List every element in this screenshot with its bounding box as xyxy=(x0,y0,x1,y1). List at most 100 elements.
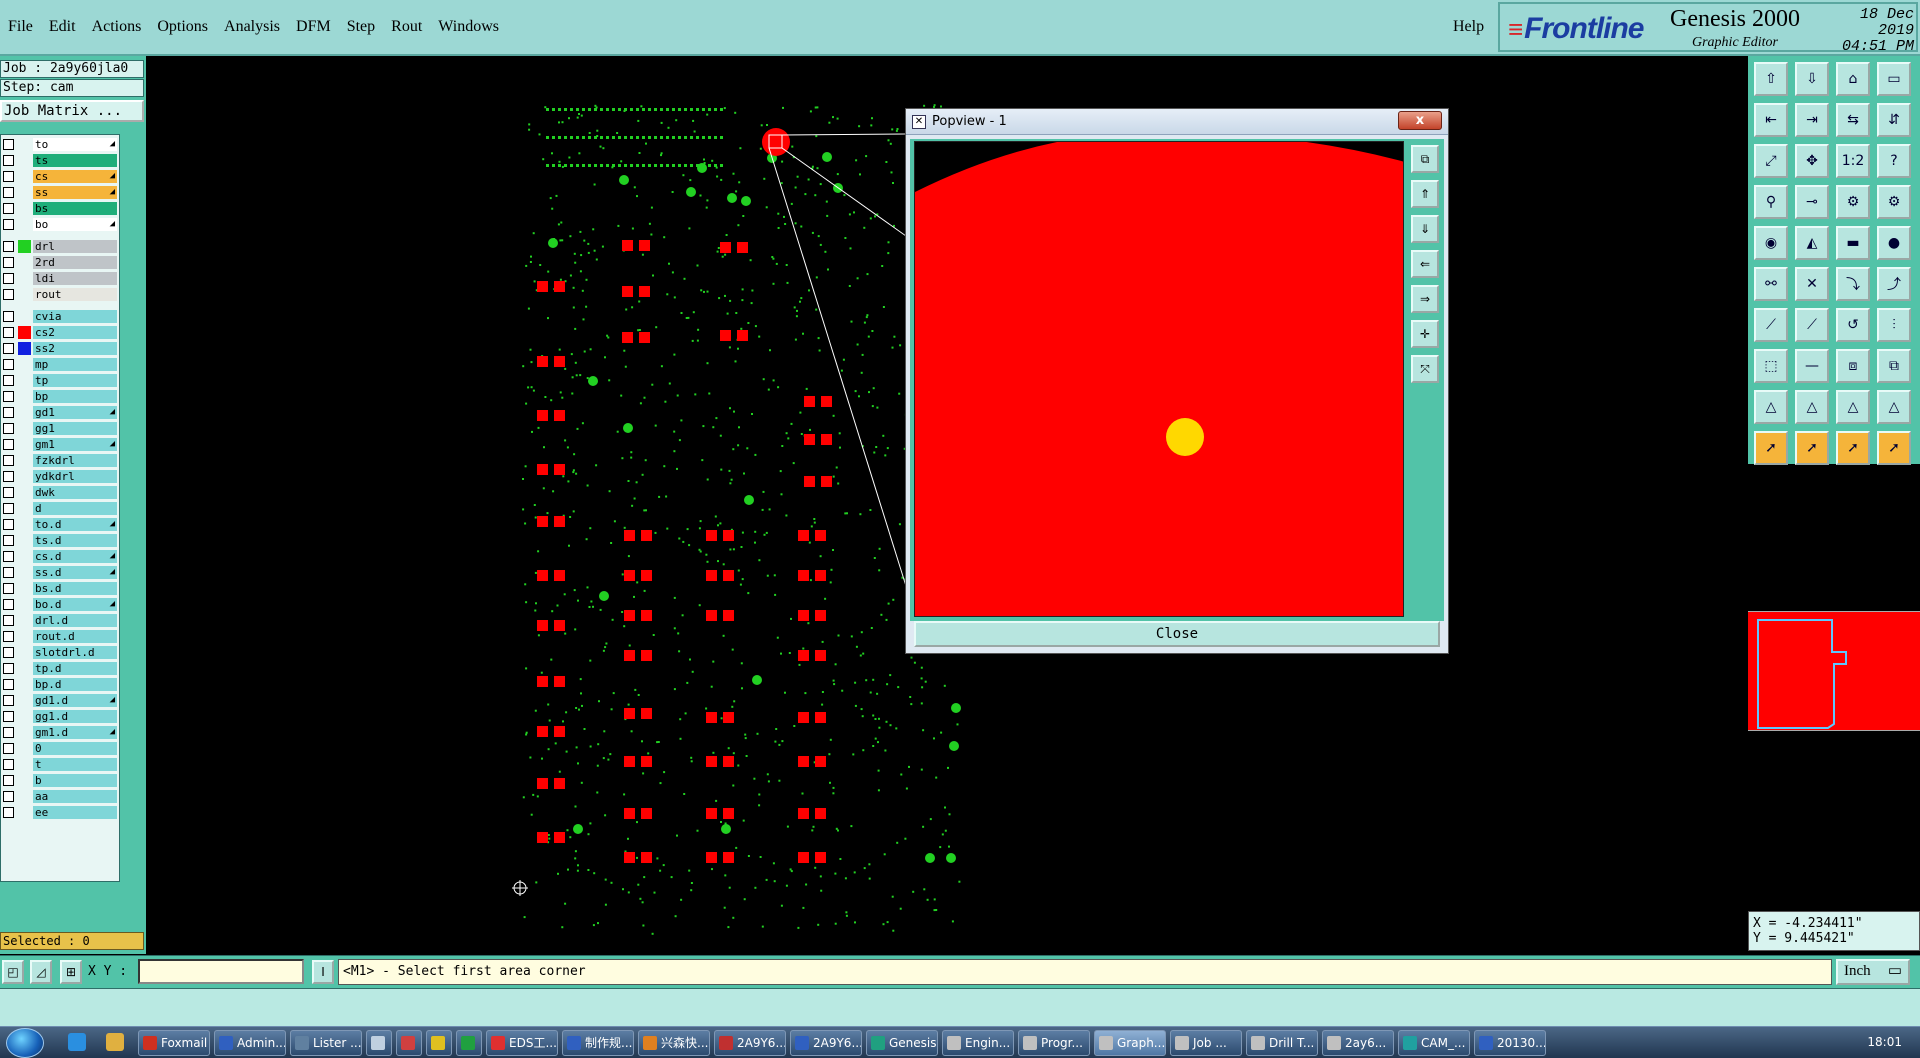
layer-row[interactable]: tp xyxy=(1,373,119,388)
layer-row[interactable]: to ◢ xyxy=(1,137,119,152)
menu-step[interactable]: Step xyxy=(347,18,375,36)
layer-row[interactable]: b xyxy=(1,773,119,788)
surface-del-icon[interactable]: △ xyxy=(1877,390,1911,424)
layer-name[interactable]: rout xyxy=(33,288,117,301)
layer-checkbox[interactable] xyxy=(3,695,14,706)
taskbar-item[interactable]: Progr... xyxy=(1018,1030,1090,1056)
layer-row[interactable]: cs.d ◢ xyxy=(1,549,119,564)
layer-name[interactable]: cs2 xyxy=(33,326,117,339)
layer-row[interactable]: tp.d xyxy=(1,661,119,676)
layer-row[interactable]: bs.d xyxy=(1,581,119,596)
line-icon[interactable]: ▬ xyxy=(1836,226,1870,260)
layer-name[interactable]: cs.d ◢ xyxy=(33,550,117,563)
layer-name[interactable]: ydkdrl xyxy=(33,470,117,483)
layer-checkbox[interactable] xyxy=(3,171,14,182)
help-icon[interactable]: ? xyxy=(1877,144,1911,178)
layer-name[interactable]: tp.d xyxy=(33,662,117,675)
layer-checkbox[interactable] xyxy=(3,663,14,674)
layer-checkbox[interactable] xyxy=(3,257,14,268)
window-icon[interactable]: ▭ xyxy=(1877,62,1911,96)
layer-row[interactable]: gm1 ◢ xyxy=(1,437,119,452)
layer-row[interactable]: rout.d xyxy=(1,629,119,644)
clock[interactable]: 18:01 xyxy=(1867,1035,1902,1049)
layer-name[interactable]: gd1 ◢ xyxy=(33,406,117,419)
layer-row[interactable]: bs xyxy=(1,201,119,216)
layer-row[interactable]: aa xyxy=(1,789,119,804)
draw-line-icon[interactable]: ⟋ xyxy=(1754,308,1788,342)
taskbar-item[interactable] xyxy=(396,1030,422,1056)
zoom-fit-icon[interactable]: ⤢ xyxy=(1754,144,1788,178)
zoom-out-icon[interactable]: ⤧ xyxy=(1411,355,1439,383)
layer-checkbox[interactable] xyxy=(3,289,14,300)
layer-row[interactable]: bp.d xyxy=(1,677,119,692)
layer-checkbox[interactable] xyxy=(3,807,14,818)
zoom-in-icon[interactable]: ✛ xyxy=(1411,320,1439,348)
polygon-icon[interactable]: ◭ xyxy=(1795,226,1829,260)
layer-name[interactable]: gg1.d xyxy=(33,710,117,723)
home-icon[interactable]: ⌂ xyxy=(1836,62,1870,96)
pointer-select-icon[interactable]: ➚ xyxy=(1795,431,1829,465)
swap-icon[interactable]: ⇆ xyxy=(1836,103,1870,137)
layer-name[interactable]: ldi xyxy=(33,272,117,285)
layer-name[interactable]: ss2 xyxy=(33,342,117,355)
layer-up-icon[interactable]: ⇧ xyxy=(1754,62,1788,96)
layer-row[interactable]: gd1.d ◢ xyxy=(1,693,119,708)
layer-row[interactable]: gd1 ◢ xyxy=(1,405,119,420)
prev-icon[interactable]: ⇤ xyxy=(1754,103,1788,137)
zoom-window-icon[interactable]: ⧉ xyxy=(1411,145,1439,173)
menu-analysis[interactable]: Analysis xyxy=(224,18,280,36)
layer-row[interactable]: ts.d xyxy=(1,533,119,548)
taskbar-item[interactable]: Engin... xyxy=(942,1030,1014,1056)
layer-name[interactable]: bp.d xyxy=(33,678,117,691)
layer-checkbox[interactable] xyxy=(3,139,14,150)
xy-input[interactable] xyxy=(138,959,304,984)
layer-checkbox[interactable] xyxy=(3,241,14,252)
pan-icon[interactable]: ✥ xyxy=(1795,144,1829,178)
layer-name[interactable]: ee xyxy=(33,806,117,819)
layer-checkbox[interactable] xyxy=(3,583,14,594)
surface-icon[interactable]: △ xyxy=(1754,390,1788,424)
layer-checkbox[interactable] xyxy=(3,391,14,402)
layer-row[interactable]: d xyxy=(1,501,119,516)
layer-checkbox[interactable] xyxy=(3,219,14,230)
draw-arc-icon[interactable]: ⟋ xyxy=(1795,308,1829,342)
taskbar-item[interactable] xyxy=(456,1030,482,1056)
fit-icon[interactable]: ⇵ xyxy=(1877,103,1911,137)
layer-row[interactable]: rout xyxy=(1,287,119,302)
taskbar-item[interactable] xyxy=(426,1030,452,1056)
layer-row[interactable]: slotdrl.d xyxy=(1,645,119,660)
layer-color-swatch[interactable] xyxy=(18,240,31,253)
layer-row[interactable]: ydkdrl xyxy=(1,469,119,484)
layer-name[interactable]: bo ◢ xyxy=(33,218,117,231)
ie-icon[interactable] xyxy=(68,1033,86,1051)
layer-checkbox[interactable] xyxy=(3,155,14,166)
layer-name[interactable]: slotdrl.d xyxy=(33,646,117,659)
layer-name[interactable]: to ◢ xyxy=(33,138,117,151)
undo-icon[interactable]: ⤴ xyxy=(1877,267,1911,301)
layer-name[interactable]: bs.d xyxy=(33,582,117,595)
pan-right-icon[interactable]: ⇒ xyxy=(1411,285,1439,313)
layer-row[interactable]: 2rd xyxy=(1,255,119,270)
layer-checkbox[interactable] xyxy=(3,791,14,802)
taskbar-item[interactable]: Genesis xyxy=(866,1030,938,1056)
layer-row[interactable]: bo.d ◢ xyxy=(1,597,119,612)
select-box-icon[interactable]: ⬚ xyxy=(1754,349,1788,383)
layer-name[interactable]: b xyxy=(33,774,117,787)
layer-row[interactable]: to.d ◢ xyxy=(1,517,119,532)
layer-row[interactable]: ts xyxy=(1,153,119,168)
layer-checkbox[interactable] xyxy=(3,775,14,786)
layer-name[interactable]: drl xyxy=(33,240,117,253)
layer-name[interactable]: cvia xyxy=(33,310,117,323)
job-matrix-button[interactable]: Job Matrix ... xyxy=(0,100,144,122)
taskbar-item[interactable]: 20130... xyxy=(1474,1030,1546,1056)
layer-row[interactable]: gm1.d ◢ xyxy=(1,725,119,740)
layer-name[interactable]: mp xyxy=(33,358,117,371)
layer-down-icon[interactable]: ⇩ xyxy=(1795,62,1829,96)
taskbar-item[interactable]: CAM_... xyxy=(1398,1030,1470,1056)
layer-row[interactable]: gg1 xyxy=(1,421,119,436)
layer-name[interactable]: dwk xyxy=(33,486,117,499)
menu-options[interactable]: Options xyxy=(157,18,208,36)
menu-actions[interactable]: Actions xyxy=(92,18,142,36)
layer-name[interactable]: gg1 xyxy=(33,422,117,435)
surface-add-icon[interactable]: △ xyxy=(1836,390,1870,424)
